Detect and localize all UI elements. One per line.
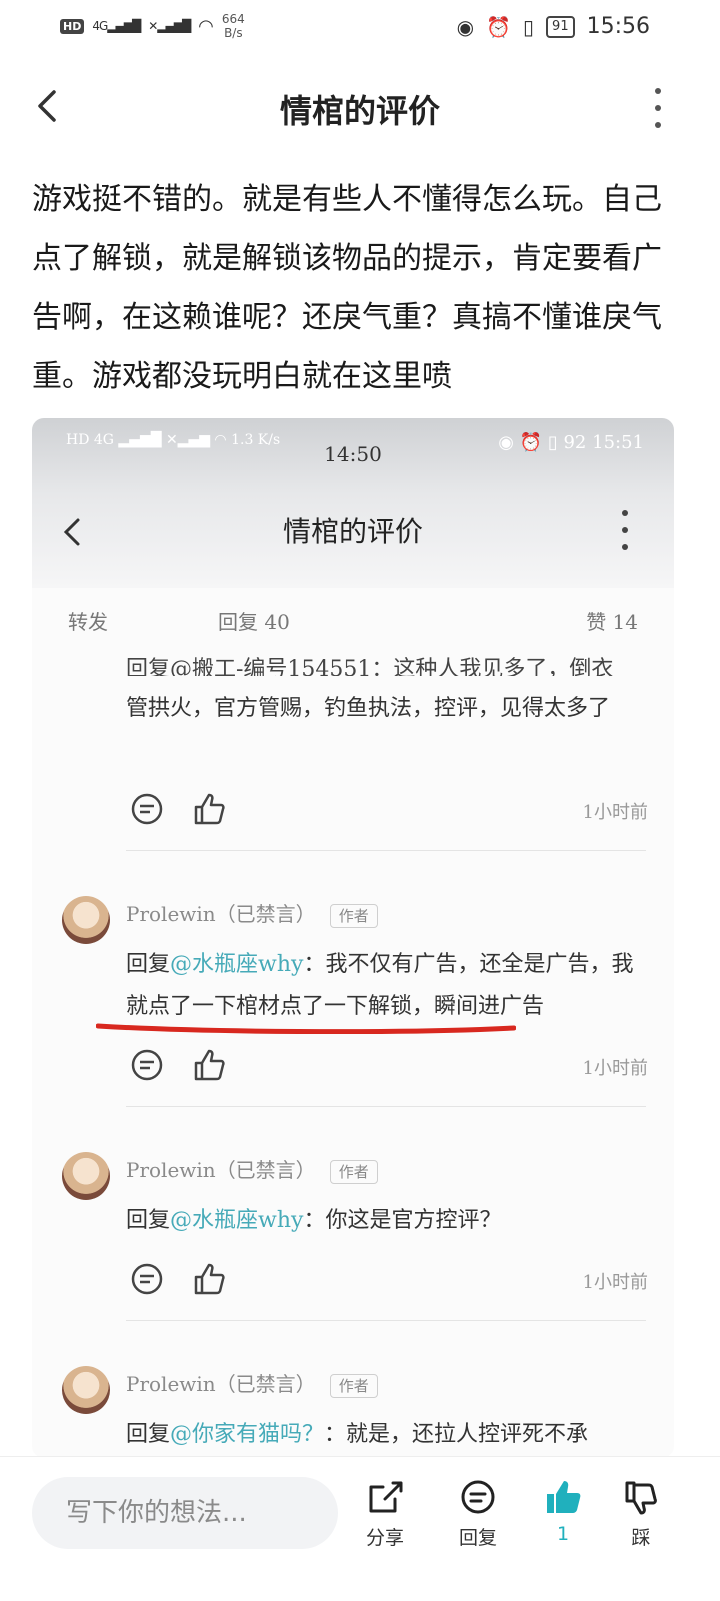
author-tag: 作者 bbox=[329, 904, 378, 928]
shot-comment-text: 回复@水瓶座why：你这是官方控评？ bbox=[126, 1208, 502, 1233]
comment-time: 1小时前 bbox=[582, 1058, 648, 1079]
review-text: 游戏挺不错的。就是有些人不懂得怎么玩。自己点了解锁，就是解锁该物品的提示，肯定要… bbox=[32, 182, 662, 394]
dislike-label: 踩 bbox=[631, 1527, 651, 1549]
comment-input[interactable]: 写下你的想法... bbox=[32, 1477, 338, 1549]
comment-author: Prolewin（已禁言） 作者 bbox=[126, 898, 378, 928]
comment-like-icon bbox=[190, 1260, 228, 1298]
alarm-icon: ⏰ bbox=[486, 14, 512, 39]
share-button[interactable]: 分享 bbox=[350, 1477, 420, 1550]
comment-mention: @水瓶座why bbox=[170, 1208, 304, 1233]
status-right: ◉ ⏰ ▯ 91 15:56 bbox=[457, 14, 650, 39]
commenter-avatar bbox=[62, 1366, 110, 1414]
status-left: HD 4G▂▄▆█ ✕▂▄▆█ ◠ 664 B/s bbox=[60, 12, 245, 40]
shot-cut-line: 回复@搬工-编号154551：这种人我见多了，倒衣 bbox=[126, 657, 614, 676]
shot-status-right: ◉ ⏰ ▯ 92 15:51 bbox=[498, 432, 644, 453]
review-attached-image[interactable]: HD 4G ▂▄▆█ ✕▂▄▆ ◠ 1.3 K/s 14:50 ◉ ⏰ ▯ 92… bbox=[32, 418, 674, 1458]
status-bar: HD 4G▂▄▆█ ✕▂▄▆█ ◠ 664 B/s ◉ ⏰ ▯ 91 15:56 bbox=[0, 0, 720, 56]
share-label: 分享 bbox=[365, 1527, 404, 1549]
commenter-avatar bbox=[62, 896, 110, 944]
more-dot bbox=[655, 105, 661, 111]
comment-reply-icon bbox=[128, 790, 166, 828]
reply-label: 回复 bbox=[458, 1527, 497, 1549]
signal-none-icon: ✕▂▄▆█ bbox=[148, 19, 191, 33]
comment-author: Prolewin（已禁言） 作者 bbox=[126, 1154, 378, 1184]
like-count: 1 bbox=[556, 1523, 570, 1545]
comment-time: 1小时前 bbox=[582, 802, 648, 823]
author-tag: 作者 bbox=[329, 1160, 378, 1184]
shot-header-area: HD 4G ▂▄▆█ ✕▂▄▆ ◠ 1.3 K/s 14:50 ◉ ⏰ ▯ 92… bbox=[32, 418, 674, 588]
eye-icon: ◉ bbox=[456, 14, 475, 39]
comment-time: 1小时前 bbox=[582, 1272, 648, 1293]
shot-comment-actions: 1小时前 bbox=[128, 1046, 648, 1086]
like-button[interactable]: 1 bbox=[528, 1477, 598, 1545]
page-title: 情棺的评价 bbox=[279, 92, 440, 130]
shot-comment-actions: 1小时前 bbox=[128, 1260, 648, 1300]
commenter-avatar bbox=[62, 1152, 110, 1200]
status-time: 15:56 bbox=[586, 14, 650, 39]
red-underline-annotation bbox=[96, 1023, 516, 1034]
comment-icon bbox=[461, 1480, 495, 1514]
comment-like-icon bbox=[190, 1046, 228, 1084]
battery-icon: 91 bbox=[546, 15, 575, 38]
shot-comment-text: 管拱火，官方管赐，钓鱼执法，控评，见得太多了 bbox=[126, 696, 611, 721]
comment-reply-icon bbox=[128, 1046, 166, 1084]
more-dot bbox=[655, 88, 661, 94]
shot-like-count: 赞 14 bbox=[586, 610, 638, 634]
comment-like-icon bbox=[190, 790, 228, 828]
comment-mention: @水瓶座why bbox=[170, 952, 304, 977]
author-tag: 作者 bbox=[329, 1374, 378, 1398]
shot-comment-text: 回复@你家有猫吗？：就是，还拉人控评死不承 bbox=[126, 1422, 589, 1447]
thumbs-up-filled-icon bbox=[547, 1481, 581, 1513]
comment-mention: @你家有猫吗？ bbox=[170, 1422, 325, 1447]
shot-comment-text: 回复@水瓶座why：我不仅有广告，还全是广告，我就点了一下棺材点了一下解锁，瞬间… bbox=[126, 952, 634, 1019]
shot-reply-count: 回复 40 bbox=[218, 610, 290, 634]
vibrate-icon: ▯ bbox=[523, 14, 535, 39]
signal-4g-icon: 4G▂▄▆█ bbox=[92, 19, 141, 33]
wifi-icon: ◠ bbox=[198, 15, 214, 37]
page-header: 情棺的评价 bbox=[0, 70, 720, 150]
comment-author: Prolewin（已禁言） 作者 bbox=[126, 1368, 378, 1398]
shot-title: 情棺的评价 bbox=[282, 515, 423, 548]
shot-comment-actions: 1小时前 bbox=[128, 790, 648, 830]
shot-more-icon bbox=[622, 510, 630, 550]
comment-divider bbox=[126, 1106, 646, 1107]
dislike-button[interactable]: 踩 bbox=[606, 1477, 676, 1550]
more-dot bbox=[655, 122, 661, 128]
thumbs-down-icon bbox=[625, 1481, 657, 1515]
shot-forward-label: 转发 bbox=[68, 610, 108, 634]
reply-button[interactable]: 回复 bbox=[443, 1477, 513, 1550]
bottom-action-bar: 写下你的想法... 分享 回复 1 踩 bbox=[0, 1456, 720, 1601]
share-icon bbox=[369, 1481, 403, 1513]
more-options-button[interactable] bbox=[648, 88, 668, 128]
comment-divider bbox=[126, 1320, 646, 1321]
comment-reply-icon bbox=[128, 1260, 166, 1298]
hd-badge: HD bbox=[60, 18, 85, 34]
net-speed: 664 B/s bbox=[221, 12, 245, 40]
comment-divider bbox=[126, 850, 646, 851]
